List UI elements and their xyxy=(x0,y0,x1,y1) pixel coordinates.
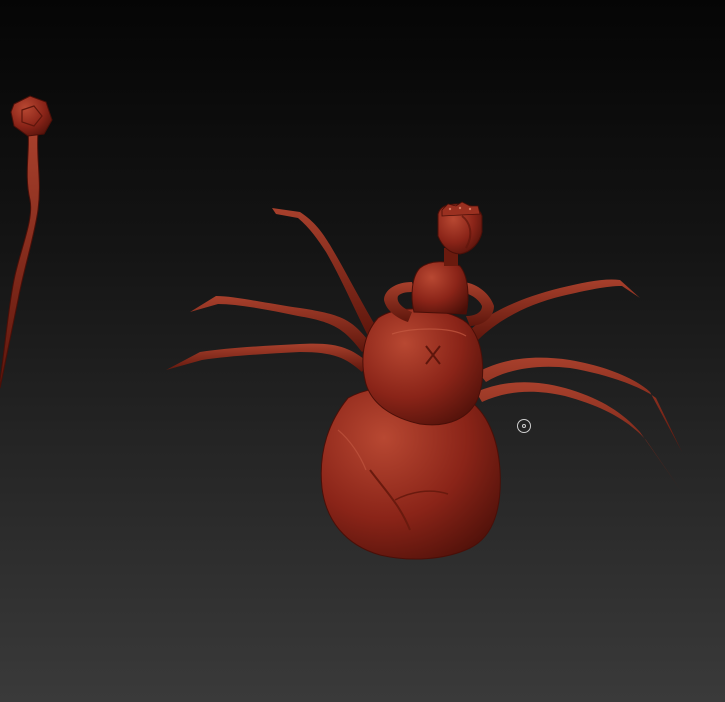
crown-dot-1 xyxy=(448,207,452,211)
crown-dot-3 xyxy=(468,207,472,211)
viewport-canvas[interactable] xyxy=(0,0,725,702)
rider-torso xyxy=(411,261,469,315)
brush-cursor-icon xyxy=(517,419,531,433)
3d-viewport[interactable] xyxy=(0,0,725,702)
crown-dot-2 xyxy=(458,206,462,210)
